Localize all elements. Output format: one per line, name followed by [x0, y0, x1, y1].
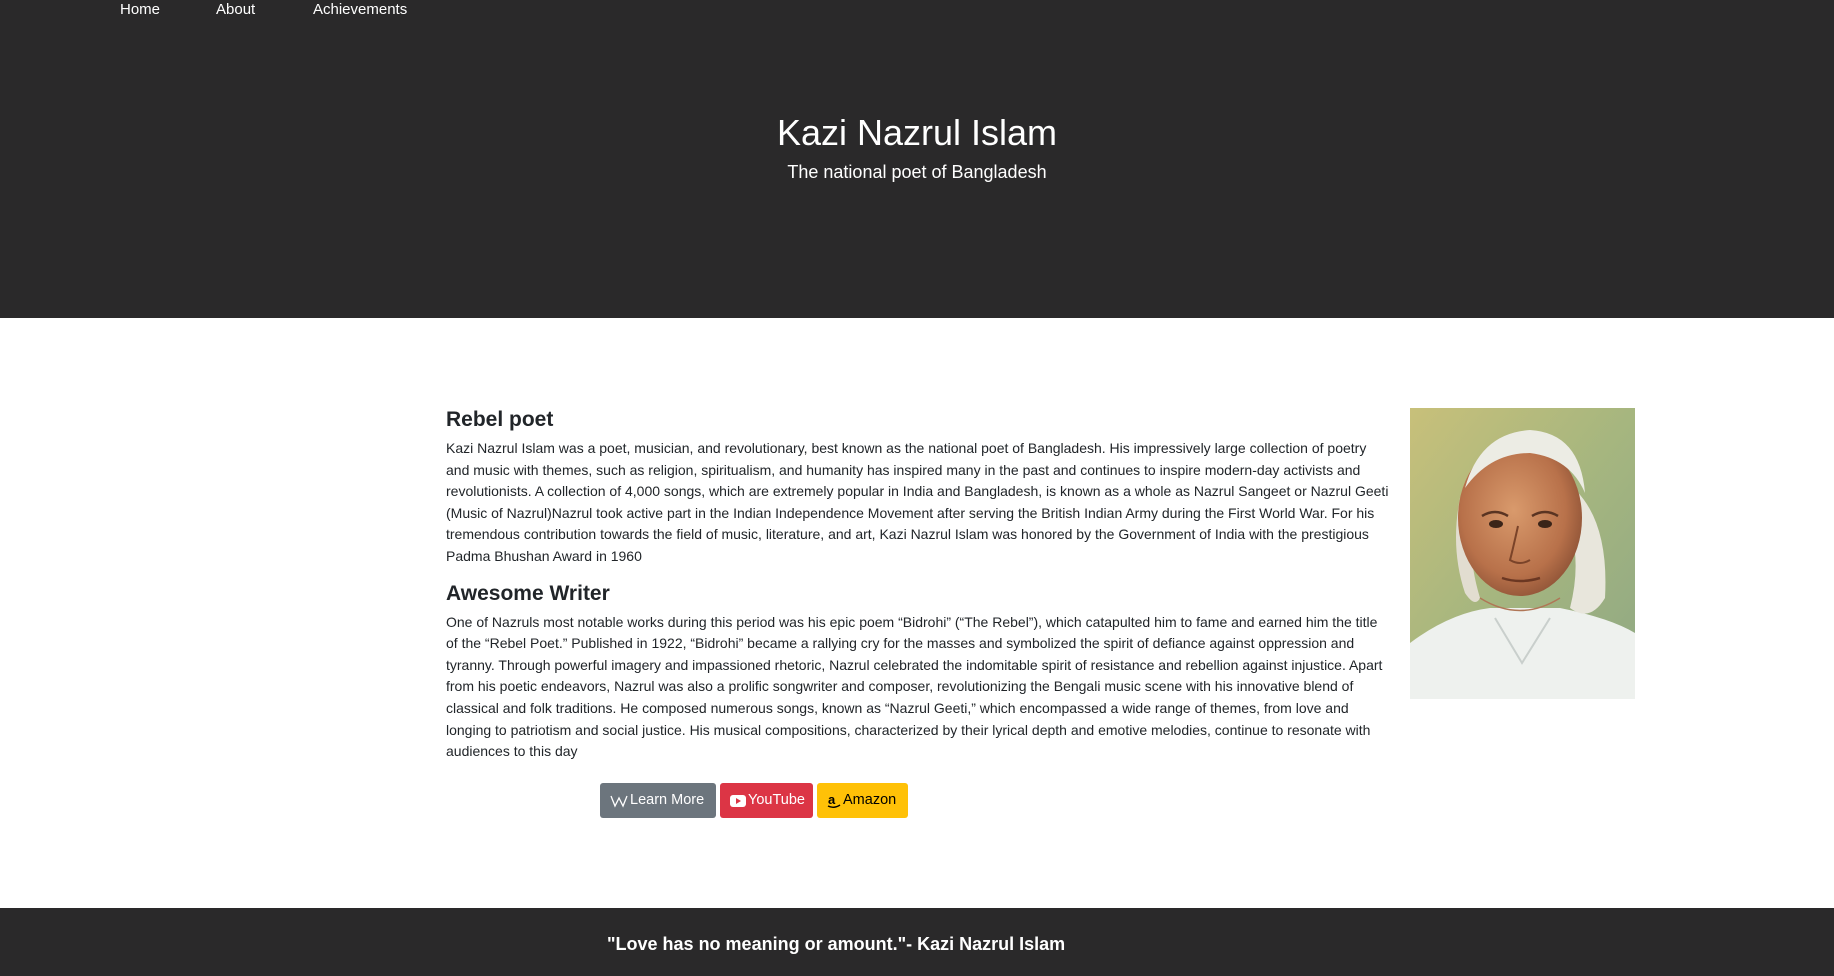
footer: "Love has no meaning or amount."- Kazi N… [0, 908, 1834, 976]
nav-home-link[interactable]: Home [120, 1, 160, 18]
nav-about-link[interactable]: About [216, 1, 255, 18]
page-title: Kazi Nazrul Islam [776, 112, 1058, 153]
hero-banner: Home About Achievements Kazi Nazrul Isla… [0, 0, 1834, 318]
footer-quote: "Love has no meaning or amount."- Kazi N… [607, 934, 1066, 954]
nav-achievements-link[interactable]: Achievements [313, 1, 407, 18]
svg-text:a: a [828, 793, 836, 807]
top-nav: Home About Achievements [0, 0, 1834, 22]
portrait-photo [1410, 408, 1635, 699]
youtube-button[interactable]: YouTube [720, 783, 813, 818]
amazon-label: Amazon [843, 792, 897, 808]
main-content: Rebel poet Kazi Nazrul Islam was a poet,… [446, 406, 1390, 763]
section-body-awesome-writer: One of Nazruls most notable works during… [446, 613, 1383, 760]
amazon-button[interactable]: a Amazon [817, 783, 908, 818]
youtube-label: YouTube [748, 792, 805, 808]
section-body-rebel-poet: Kazi Nazrul Islam was a poet, musician, … [446, 440, 1389, 564]
section-title-rebel-poet: Rebel poet [446, 408, 554, 431]
wikipedia-icon [610, 794, 628, 808]
section-title-awesome-writer: Awesome Writer [446, 581, 610, 605]
youtube-icon [730, 794, 746, 807]
learn-more-button[interactable]: Learn More [600, 783, 716, 818]
amazon-icon: a [827, 793, 841, 809]
page-subtitle: The national poet of Bangladesh [787, 162, 1047, 182]
learn-more-label: Learn More [630, 792, 705, 808]
